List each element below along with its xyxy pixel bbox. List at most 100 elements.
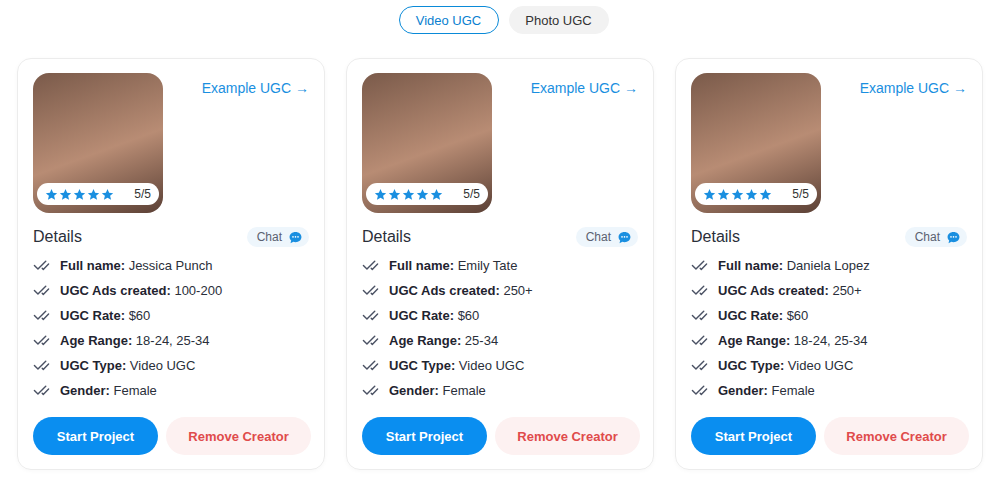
detail-row: UGC Rate: $60 [33,303,309,328]
double-check-icon [691,257,708,274]
creator-cards: 5/5 Example UGC → Details Chat Full name: Je… [0,58,1007,470]
star-icon [402,188,415,201]
card-top: 5/5 Example UGC → [33,73,309,213]
double-check-icon [33,332,50,349]
star-icon [717,188,730,201]
detail-row: Full name: Emily Tate [362,253,638,278]
chat-button[interactable]: Chat [905,227,967,247]
double-check-icon [362,382,379,399]
detail-value: 100-200 [174,283,222,298]
detail-row: Full name: Jessica Punch [33,253,309,278]
toggle-tab[interactable]: Photo UGC [509,6,609,34]
star-icon [703,188,716,201]
double-check-icon [362,332,379,349]
star-icon [416,188,429,201]
detail-row: Age Range: 25-34 [362,328,638,353]
detail-value: 18-24, 25-34 [794,333,868,348]
detail-value: $60 [787,308,809,323]
details-list: Full name: Daniela LopezUGC Ads created:… [691,253,967,403]
details-title: Details [33,228,82,246]
remove-creator-button[interactable]: Remove Creator [495,417,640,455]
double-check-icon [362,257,379,274]
example-link[interactable]: Example UGC → [531,80,638,96]
detail-label: Age Range: [60,333,132,348]
detail-row: UGC Rate: $60 [691,303,967,328]
details-title: Details [362,228,411,246]
star-icon [388,188,401,201]
details-header: Details Chat [33,227,309,247]
example-link[interactable]: Example UGC → [202,80,309,96]
detail-value: Female [113,383,156,398]
stars [703,188,772,201]
start-project-button[interactable]: Start Project [362,417,487,455]
detail-label: Full name: [718,258,783,273]
rating-text: 5/5 [792,187,809,201]
double-check-icon [691,332,708,349]
details-title: Details [691,228,740,246]
detail-row: UGC Ads created: 250+ [691,278,967,303]
start-project-button[interactable]: Start Project [33,417,158,455]
rating-pill: 5/5 [366,183,488,205]
detail-label: UGC Type: [389,358,455,373]
chat-icon [946,230,961,245]
detail-row: Gender: Female [33,378,309,403]
star-icon [101,188,114,201]
detail-label: UGC Rate: [60,308,125,323]
detail-row: Full name: Daniela Lopez [691,253,967,278]
stars [374,188,443,201]
detail-value: Video UGC [130,358,196,373]
detail-label: UGC Rate: [718,308,783,323]
double-check-icon [362,357,379,374]
card-actions: Start ProjectRemove Creator [33,417,309,455]
ugc-type-toggle: Video UGC Photo UGC [0,0,1007,34]
detail-row: UGC Ads created: 100-200 [33,278,309,303]
star-icon [59,188,72,201]
detail-value: 250+ [503,283,532,298]
detail-label: Gender: [60,383,110,398]
chat-button[interactable]: Chat [247,227,309,247]
double-check-icon [691,357,708,374]
remove-creator-button[interactable]: Remove Creator [166,417,311,455]
start-project-button[interactable]: Start Project [691,417,816,455]
detail-label: UGC Rate: [389,308,454,323]
detail-value: Female [771,383,814,398]
chat-button[interactable]: Chat [576,227,638,247]
detail-row: Age Range: 18-24, 25-34 [691,328,967,353]
star-icon [430,188,443,201]
details-header: Details Chat [362,227,638,247]
rating-text: 5/5 [134,187,151,201]
detail-row: UGC Rate: $60 [362,303,638,328]
double-check-icon [691,282,708,299]
details-list: Full name: Emily TateUGC Ads created: 25… [362,253,638,403]
double-check-icon [691,307,708,324]
detail-value: $60 [129,308,151,323]
detail-label: Gender: [718,383,768,398]
detail-value: Emily Tate [458,258,518,273]
creator-photo: 5/5 [691,73,821,213]
double-check-icon [691,382,708,399]
detail-value: 25-34 [465,333,498,348]
remove-creator-button[interactable]: Remove Creator [824,417,969,455]
double-check-icon [33,282,50,299]
creator-card: 5/5 Example UGC → Details Chat Full name: Je… [17,58,325,470]
example-link[interactable]: Example UGC → [860,80,967,96]
detail-row: Gender: Female [362,378,638,403]
double-check-icon [33,257,50,274]
toggle-tab[interactable]: Video UGC [399,6,499,34]
detail-value: Video UGC [788,358,854,373]
star-icon [745,188,758,201]
card-actions: Start ProjectRemove Creator [362,417,638,455]
detail-row: UGC Ads created: 250+ [362,278,638,303]
double-check-icon [33,307,50,324]
star-icon [731,188,744,201]
detail-value: Jessica Punch [129,258,213,273]
detail-label: Full name: [60,258,125,273]
detail-label: Age Range: [718,333,790,348]
detail-label: Full name: [389,258,454,273]
creator-photo: 5/5 [362,73,492,213]
detail-value: 250+ [832,283,861,298]
creator-card: 5/5 Example UGC → Details Chat Full name: Em… [346,58,654,470]
detail-value: Daniela Lopez [787,258,870,273]
detail-label: Age Range: [389,333,461,348]
detail-label: UGC Ads created: [389,283,500,298]
